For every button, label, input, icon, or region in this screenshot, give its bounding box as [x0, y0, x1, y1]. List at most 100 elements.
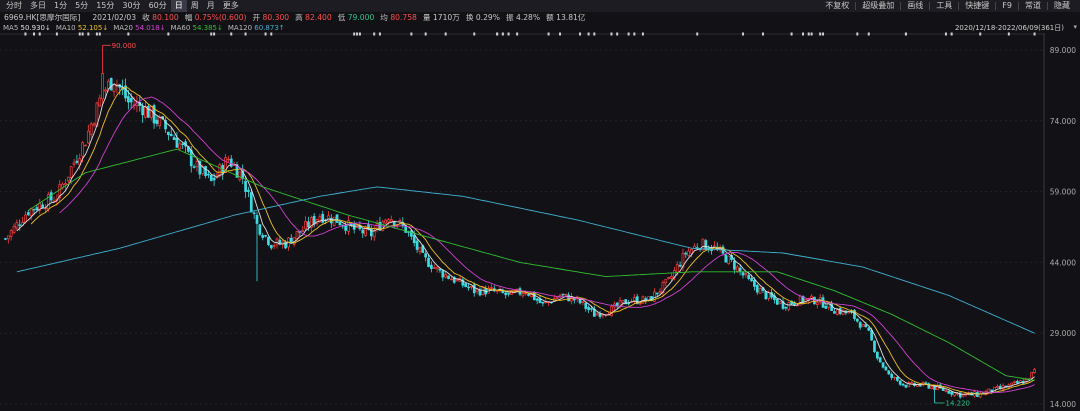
candle-body [521, 293, 525, 297]
candle-body [410, 230, 413, 237]
event-marker [616, 32, 619, 36]
candle-body [472, 284, 476, 294]
candle-body [447, 275, 450, 279]
tool-button-6[interactable]: 常道 [1019, 0, 1047, 12]
tool-button-0[interactable]: 不复权 [819, 0, 855, 12]
high-label: 高 [295, 13, 303, 22]
event-marker [424, 32, 427, 36]
candle-body [149, 106, 153, 118]
period-tab-10[interactable]: 更多 [219, 0, 243, 12]
candle-body [229, 158, 233, 167]
event-marker [822, 32, 825, 36]
candle-body [144, 106, 147, 118]
candle-body [815, 302, 819, 306]
tool-button-3[interactable]: 工具 [930, 0, 958, 12]
candle-body [75, 160, 79, 163]
tool-button-5[interactable]: F9 [996, 0, 1018, 12]
candle-body [249, 192, 253, 213]
candle-body [658, 291, 662, 294]
event-marker [950, 32, 953, 36]
candle-body [430, 264, 433, 270]
stock-name: 6969.HK[思摩尔国际] [4, 13, 81, 22]
event-marker [373, 32, 376, 36]
period-tab-8[interactable]: 周 [187, 0, 203, 12]
candle-body [204, 166, 207, 177]
event-marker [790, 32, 793, 36]
date-range[interactable]: 2020/12/18-2022/06/09(361日) [955, 23, 1064, 33]
candle-body [195, 161, 199, 168]
candle-body [701, 238, 705, 251]
candle-body [867, 327, 871, 331]
candle-body [930, 386, 934, 389]
candle-body [918, 384, 922, 387]
period-tab-7[interactable]: 日 [170, 0, 187, 12]
candle-body [555, 297, 559, 299]
period-tabs: 分时 多日 1分 5分 15分 30分 60分日周月更多 [0, 0, 243, 12]
event-marker [410, 32, 413, 36]
candle-body [481, 287, 485, 296]
tool-button-4[interactable]: 快捷键 [959, 0, 995, 12]
kline-chart-svg[interactable]: 89.000 74.000 59.000 44.000 29.000 14.000 90.0… [0, 0, 1080, 411]
period-tab-5[interactable]: 30分 [118, 0, 144, 12]
candle-body [767, 292, 771, 299]
candle-body [890, 373, 893, 378]
candle-body [86, 130, 90, 144]
period-tab-0[interactable]: 分时 [2, 0, 26, 12]
candle-body [470, 286, 473, 288]
candle-body [1033, 369, 1036, 373]
candle-body [632, 297, 636, 301]
event-marker [593, 32, 596, 36]
candle-body [527, 293, 530, 296]
period-tab-2[interactable]: 1分 [50, 0, 71, 12]
event-marker [641, 32, 644, 36]
max-price-label: 90.000 [112, 42, 137, 50]
open-value: 80.300 [262, 13, 290, 22]
event-marker [358, 32, 361, 36]
date-range-dropdown-icon[interactable]: ▾ [1073, 23, 1077, 31]
period-tab-4[interactable]: 15分 [92, 0, 118, 12]
tool-button-1[interactable]: 超级叠加 [856, 0, 900, 12]
amplitude-label: 振 [505, 13, 514, 22]
event-marker [761, 32, 764, 36]
ma-legend-label: MA5 [3, 24, 21, 32]
turnover-label: 换 [465, 13, 474, 22]
event-marker [444, 32, 447, 36]
period-tab-9[interactable]: 月 [203, 0, 219, 12]
candle-body [610, 306, 613, 317]
candle-body [338, 221, 342, 226]
period-tab-3[interactable]: 5分 [71, 0, 92, 12]
candle-body [295, 231, 299, 239]
candle-body [621, 300, 625, 303]
candle-body [6, 235, 10, 240]
period-tab-1[interactable]: 多日 [26, 0, 50, 12]
tool-button-2[interactable]: 画线 [901, 0, 929, 12]
candle-body [535, 298, 539, 301]
candle-body [252, 212, 256, 214]
candle-body [901, 383, 905, 386]
candle-body [838, 308, 842, 315]
candle-body [733, 260, 736, 270]
candle-body [887, 370, 891, 375]
candle-body [1030, 371, 1034, 379]
candle-body [784, 307, 788, 309]
candle-body [993, 386, 996, 393]
period-tab-6[interactable]: 60分 [145, 0, 171, 12]
tool-button-7[interactable]: 隐藏 [1048, 0, 1076, 12]
event-marker [741, 32, 744, 36]
candle-body [833, 311, 836, 314]
candle-body [129, 98, 133, 103]
candle-body [272, 245, 276, 247]
event-marker [944, 32, 947, 36]
candle-body [344, 225, 347, 231]
candle-body [104, 89, 107, 92]
candle-body [81, 142, 84, 157]
plot-background [0, 33, 1080, 411]
event-marker [819, 32, 822, 36]
turnover-value: 0.29% [475, 13, 500, 22]
event-marker [696, 32, 699, 36]
candle-body [84, 144, 87, 147]
candle-body [678, 264, 682, 267]
candle-body [327, 215, 330, 221]
candle-body [855, 318, 859, 322]
candle-body [72, 162, 76, 165]
